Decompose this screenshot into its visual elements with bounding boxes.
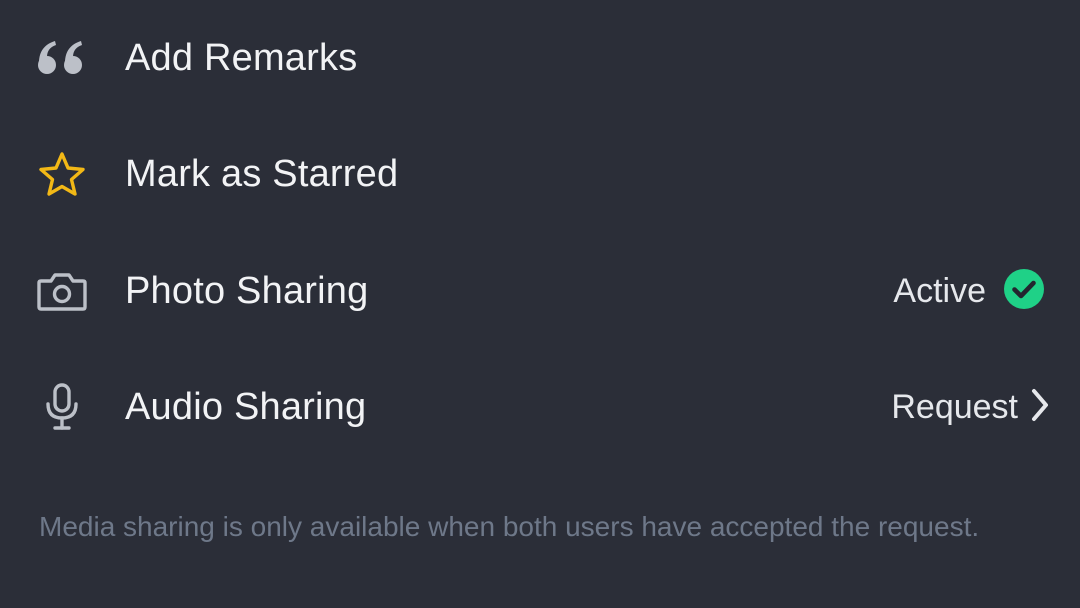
mark-starred-label: Mark as Starred xyxy=(125,152,399,195)
camera-icon xyxy=(36,265,88,317)
request-link-text[interactable]: Request xyxy=(891,388,1018,427)
photo-sharing-status: Active xyxy=(893,267,1046,316)
mark-starred-item[interactable]: Mark as Starred xyxy=(0,116,1080,232)
quote-icon xyxy=(36,32,88,84)
check-circle-icon xyxy=(1002,267,1046,316)
audio-sharing-item[interactable]: Audio Sharing Request xyxy=(0,349,1080,465)
add-remarks-label: Add Remarks xyxy=(125,36,358,79)
chevron-right-icon xyxy=(1030,387,1050,428)
add-remarks-item[interactable]: Add Remarks xyxy=(0,0,1080,116)
audio-sharing-label: Audio Sharing xyxy=(125,385,367,428)
star-icon xyxy=(36,148,88,200)
audio-sharing-request[interactable]: Request xyxy=(891,387,1050,428)
microphone-icon xyxy=(36,381,88,433)
photo-sharing-item[interactable]: Photo Sharing Active xyxy=(0,233,1080,349)
media-sharing-note: Media sharing is only available when bot… xyxy=(39,511,980,542)
status-active-text: Active xyxy=(893,271,986,310)
photo-sharing-label: Photo Sharing xyxy=(125,269,369,312)
